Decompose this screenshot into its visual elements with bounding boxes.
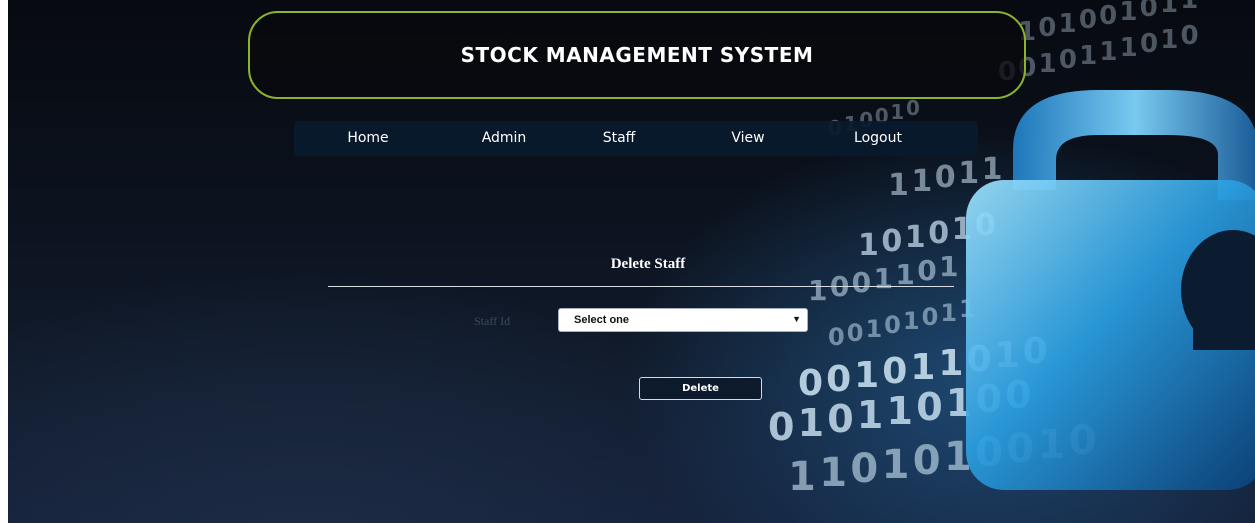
- form-divider: [328, 286, 954, 287]
- binary-digit: 0: [1038, 13, 1056, 43]
- binary-digit: 1: [1059, 9, 1077, 39]
- binary-digit: 0: [827, 397, 853, 441]
- binary-digit: 1: [1079, 41, 1097, 71]
- binary-digit: 1: [1120, 33, 1138, 63]
- binary-digit: 0: [935, 160, 956, 195]
- binary-digit: 0: [847, 319, 864, 347]
- staff-id-select[interactable]: Select one ▼: [558, 308, 808, 332]
- binary-digit: 1: [1119, 0, 1137, 27]
- binary-digit: 0: [1099, 1, 1117, 31]
- nav-item-home[interactable]: Home: [347, 121, 388, 156]
- binary-digit: 0: [882, 351, 907, 392]
- form-title: Delete Staff: [610, 256, 686, 272]
- binary-digit: 0: [798, 363, 823, 404]
- binary-digit: 0: [826, 359, 851, 400]
- binary-digit: 1: [1099, 37, 1117, 67]
- binary-digit: 1: [910, 347, 935, 388]
- binary-digit: 1: [1160, 0, 1178, 19]
- binary-digit: 0: [1181, 21, 1199, 51]
- binary-digit: 1: [905, 220, 926, 255]
- binary-digit: 0: [828, 323, 845, 351]
- binary-digit: 1: [888, 168, 909, 203]
- nav-item-admin[interactable]: Admin: [482, 121, 527, 156]
- binary-digit: 0: [884, 311, 901, 339]
- binary-digit: 1: [865, 315, 882, 343]
- binary-digit: 1: [938, 343, 963, 384]
- binary-digit: 0: [922, 303, 939, 331]
- binary-digit: 1: [911, 164, 932, 199]
- dropdown-arrow-icon: ▼: [792, 314, 801, 324]
- binary-digit: 1: [882, 442, 910, 488]
- binary-digit: 0: [916, 385, 942, 429]
- binary-digit: 0: [1059, 45, 1077, 75]
- binary-digit: 0: [1079, 5, 1097, 35]
- binary-digit: 1: [819, 450, 847, 496]
- binary-digit: 0: [1140, 0, 1158, 23]
- binary-digit: 1: [857, 393, 883, 437]
- main-nav: Home Admin Staff View Logout: [294, 121, 978, 156]
- title-banner: STOCK MANAGEMENT SYSTEM: [248, 11, 1026, 99]
- staff-id-label: Staff Id: [474, 314, 511, 328]
- binary-digit: 0: [928, 216, 949, 251]
- page-background: 1010010110010111010010010110111010101001…: [8, 0, 1255, 523]
- delete-button[interactable]: Delete: [639, 377, 762, 400]
- binary-digit: 1: [903, 307, 920, 335]
- binary-digit: 0: [1140, 29, 1158, 59]
- padlock-graphic: [966, 90, 1255, 490]
- binary-digit: 1: [1180, 0, 1198, 15]
- binary-digit: 0: [913, 438, 941, 484]
- binary-digit: 1: [887, 389, 913, 433]
- binary-digit: 1: [1039, 49, 1057, 79]
- binary-digit: 0: [768, 405, 794, 449]
- binary-digit: 1: [858, 228, 879, 263]
- binary-digit: 1: [808, 274, 827, 307]
- page-title: STOCK MANAGEMENT SYSTEM: [460, 43, 814, 67]
- binary-digit: 0: [850, 446, 878, 492]
- nav-item-view[interactable]: View: [731, 121, 764, 156]
- binary-digit: 1: [798, 401, 824, 445]
- binary-digit: 1: [788, 454, 816, 500]
- nav-item-logout[interactable]: Logout: [854, 121, 902, 156]
- binary-digit: 1: [940, 299, 957, 327]
- binary-digit: 0: [917, 254, 936, 287]
- binary-digit: 0: [881, 224, 902, 259]
- binary-digit: 0: [852, 266, 871, 299]
- staff-id-select-value: Select one: [574, 314, 630, 326]
- binary-digit: 1: [958, 156, 979, 191]
- binary-digit: 1: [874, 262, 893, 295]
- binary-digit: 1: [854, 355, 879, 396]
- binary-digit: 0: [906, 96, 920, 120]
- nav-item-staff[interactable]: Staff: [603, 121, 636, 156]
- binary-digit: 1: [939, 250, 958, 283]
- binary-digit: 1: [1160, 25, 1178, 55]
